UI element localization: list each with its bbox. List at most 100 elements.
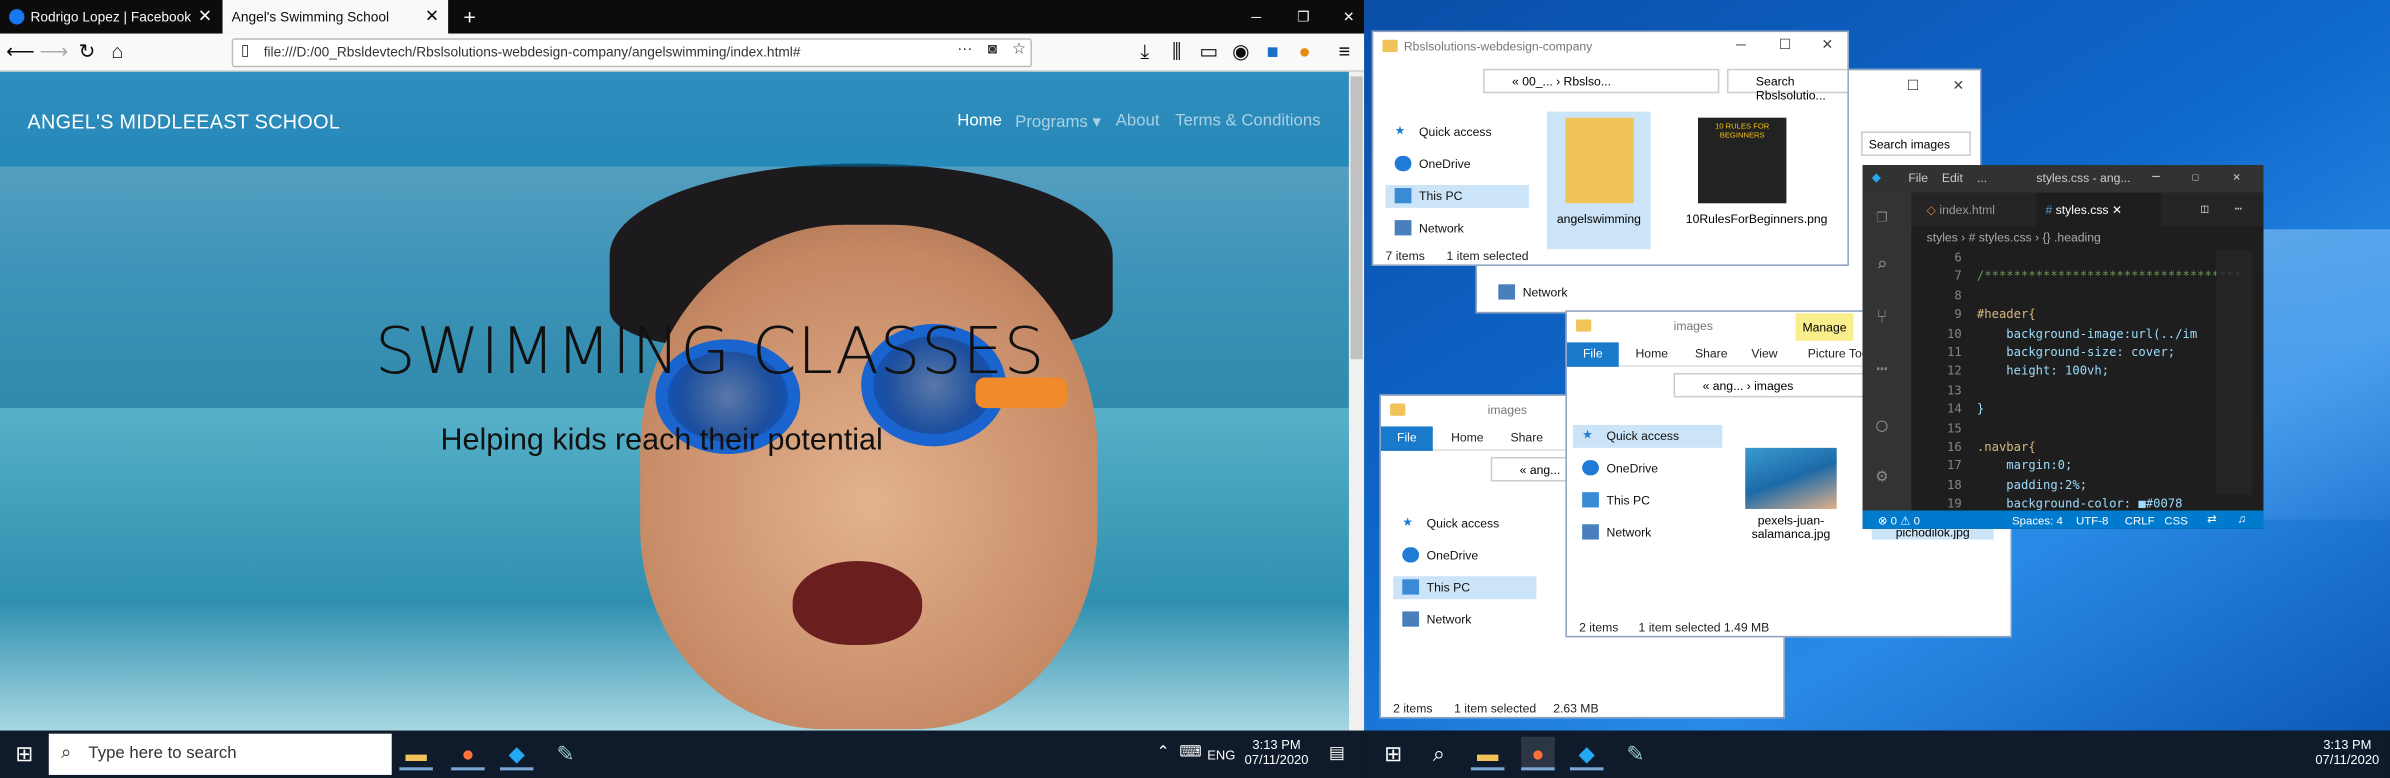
ribbon-share-tab[interactable]: Share xyxy=(1695,347,1728,361)
vscode-taskbar-icon[interactable]: ◆ xyxy=(499,737,534,771)
minimap[interactable] xyxy=(2216,250,2253,496)
maximize-icon[interactable]: ☐ xyxy=(1779,37,1791,54)
encoding-status[interactable]: UTF-8 xyxy=(2076,514,2108,528)
tab-index-html[interactable]: ◇ index.html xyxy=(1927,203,1995,217)
url-bar[interactable]: ▯ file:///D:/00_Rbsldevtech/Rbslsolution… xyxy=(231,38,1032,68)
ribbon-home-tab[interactable]: Home xyxy=(1451,431,1484,445)
firefox-taskbar-icon[interactable]: ● xyxy=(451,737,485,771)
more-actions-icon[interactable]: ⋯ xyxy=(2235,202,2242,216)
live-share-icon[interactable]: ⇄ xyxy=(2207,512,2217,526)
reload-icon[interactable]: ↻ xyxy=(73,40,100,64)
paint-taskbar-icon[interactable]: ✎ xyxy=(1619,737,1653,771)
close-window-icon[interactable]: ✕ xyxy=(1334,0,1355,34)
nav-terms[interactable]: Terms & Conditions xyxy=(1175,112,1320,130)
account-icon[interactable]: ◯ xyxy=(1876,414,1887,435)
nav-about[interactable]: About xyxy=(1116,112,1160,130)
problems-status[interactable]: ⊗ 0 ⚠ 0 xyxy=(1878,514,1920,528)
manage-tab[interactable]: Manage xyxy=(1795,313,1854,341)
minimize-icon[interactable]: ─ xyxy=(2152,170,2159,184)
restore-icon[interactable]: ☐ xyxy=(1907,78,1919,95)
close-tab-icon[interactable]: ✕ xyxy=(425,6,439,26)
nav-programs[interactable]: Programs ▾ xyxy=(1015,112,1101,131)
site-brand[interactable]: ANGEL'S MIDDLEEAST SCHOOL xyxy=(27,110,340,133)
tab-angels-swimming[interactable]: Angel's Swimming School ✕ xyxy=(222,0,449,34)
new-tab-icon[interactable]: + xyxy=(454,0,478,34)
keyboard-icon[interactable]: ⌨ xyxy=(1174,737,1208,771)
file-explorer-taskbar-icon[interactable]: ▬ xyxy=(1470,737,1505,771)
clock[interactable]: 3:13 PM 07/11/2020 xyxy=(2309,737,2385,768)
forward-icon[interactable]: ⟶ xyxy=(40,40,68,64)
restore-icon[interactable]: ❐ xyxy=(1288,0,1309,34)
code-line[interactable]: #header{ xyxy=(1977,308,2036,322)
nav-home[interactable]: Home xyxy=(957,112,1002,130)
nav-network[interactable]: Network xyxy=(1489,281,1567,304)
tab-facebook[interactable]: Rodrigo Lopez | Facebook ✕ xyxy=(0,0,221,34)
explorer-icon[interactable]: ❐ xyxy=(1876,205,1887,226)
code-line[interactable]: background-image:url(../im xyxy=(1977,326,2197,340)
extension-icon[interactable]: ■ xyxy=(1259,40,1286,63)
nav-network[interactable]: Network xyxy=(1386,217,1464,240)
nav-onedrive[interactable]: OneDrive xyxy=(1386,153,1471,176)
code-line[interactable]: background-color: ■#0078 xyxy=(1977,497,2182,511)
nav-this-pc[interactable]: This PC xyxy=(1385,184,1529,208)
source-control-icon[interactable]: ⑂ xyxy=(1876,306,1887,327)
nav-quick-access[interactable]: ★ Quick access xyxy=(1393,512,1499,535)
sidebar-icon[interactable]: ▭ xyxy=(1195,40,1222,64)
eol-status[interactable]: CRLF xyxy=(2125,514,2155,528)
ribbon-file-tab[interactable]: File xyxy=(1380,426,1433,451)
search-input[interactable]: Search Rbslsolutio... xyxy=(1726,68,1848,102)
language-indicator[interactable]: ENG xyxy=(1207,747,1235,762)
nav-onedrive[interactable]: OneDrive xyxy=(1573,457,1658,480)
nav-quick-access[interactable]: ★ Quick access xyxy=(1386,121,1492,144)
menu-more[interactable]: ... xyxy=(1977,171,1987,185)
code-line[interactable]: margin:0; xyxy=(1977,459,2072,473)
file-explorer-taskbar-icon[interactable]: ▬ xyxy=(399,737,433,771)
file-item-angelswimming[interactable]: angelswimming xyxy=(1547,111,1651,250)
ribbon-home-tab[interactable]: Home xyxy=(1635,347,1668,361)
pocket-icon[interactable]: ◙ xyxy=(988,41,997,58)
close-icon[interactable]: ✕ xyxy=(1821,37,1833,54)
address-bar[interactable]: « 00_... › Rbslso... xyxy=(1483,68,1720,94)
nav-this-pc[interactable]: This PC xyxy=(1393,576,1537,600)
minimize-icon[interactable]: ─ xyxy=(1736,37,1746,52)
file-item-10rules[interactable]: 10 RULES FOR BEGINNERS 10RulesForBeginne… xyxy=(1686,112,1827,250)
settings-gear-icon[interactable]: ⚙ xyxy=(1876,465,1887,486)
code-line[interactable]: padding:2%; xyxy=(1977,478,2087,492)
vscode-taskbar-icon[interactable]: ◆ xyxy=(1569,737,1604,771)
page-actions-icon[interactable]: ··· xyxy=(957,41,972,58)
firefox-taskbar-icon[interactable]: ● xyxy=(1521,736,1555,771)
windows-start-icon[interactable]: ⊞ xyxy=(1376,737,1410,771)
nav-onedrive[interactable]: OneDrive xyxy=(1393,544,1478,567)
code-line[interactable]: } xyxy=(1977,402,1984,416)
code-line[interactable]: .navbar{ xyxy=(1977,440,2036,454)
account-icon[interactable]: ◉ xyxy=(1227,40,1254,64)
maximize-icon[interactable]: ☐ xyxy=(2192,170,2199,184)
windows-start-icon[interactable]: ⊞ xyxy=(8,737,42,771)
tab-styles-css[interactable]: # styles.css ✕ xyxy=(2036,192,2162,227)
ribbon-file-tab[interactable]: File xyxy=(1566,342,1619,367)
library-icon[interactable]: ⫼ xyxy=(1163,40,1190,64)
ribbon-view-tab[interactable]: View xyxy=(1751,347,1777,361)
notifications-icon[interactable]: ▤ xyxy=(1320,737,1354,771)
extensions-icon[interactable]: ⋯ xyxy=(1876,358,1887,379)
split-editor-icon[interactable]: ◫ xyxy=(2201,202,2208,216)
nav-quick-access[interactable]: ★ Quick access xyxy=(1573,424,1723,448)
code-line[interactable]: background-size: cover; xyxy=(1977,345,2175,359)
menu-icon[interactable]: ≡ xyxy=(1331,40,1358,63)
nav-network[interactable]: Network xyxy=(1573,521,1651,544)
code-line[interactable]: /*********************************** xyxy=(1977,270,2241,284)
nav-network[interactable]: Network xyxy=(1393,608,1471,631)
clock[interactable]: 3:13 PM 07/11/2020 xyxy=(1242,737,1311,768)
back-icon[interactable]: ⟵ xyxy=(6,40,34,64)
notifications-bell-icon[interactable]: ♫ xyxy=(2238,512,2247,526)
search-icon[interactable]: ⌕ xyxy=(1422,737,1456,771)
nav-this-pc[interactable]: This PC xyxy=(1573,489,1650,512)
home-icon[interactable]: ⌂ xyxy=(104,40,131,63)
search-icon[interactable]: ⌕ xyxy=(1876,254,1887,275)
minimize-icon[interactable]: ─ xyxy=(1242,0,1263,34)
scrollbar-thumb[interactable] xyxy=(1350,76,1363,360)
close-tab-icon[interactable]: ✕ xyxy=(2112,203,2122,217)
bookmark-star-icon[interactable]: ☆ xyxy=(1012,41,1026,58)
taskbar-search[interactable]: ⌕ Type here to search xyxy=(48,733,392,775)
close-icon[interactable]: ✕ xyxy=(2233,170,2240,184)
